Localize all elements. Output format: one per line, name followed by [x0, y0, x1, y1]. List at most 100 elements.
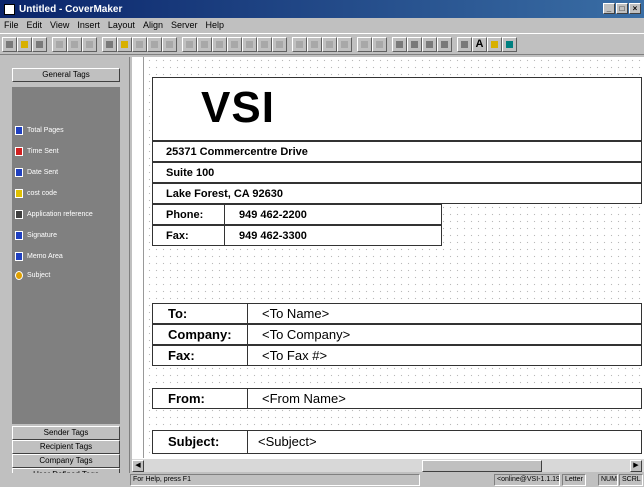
open-file-button[interactable] [17, 37, 32, 52]
tags-panel: General Tags Total Pages Time Sent Date … [0, 57, 130, 485]
address-line-1-text: 25371 Commercentre Drive [166, 146, 308, 158]
status-scrl: SCRL [619, 474, 643, 486]
address-line-2[interactable]: Suite 100 [152, 162, 642, 183]
to-fax-label: Fax: [168, 348, 195, 363]
sender-tags-button[interactable]: Sender Tags [12, 426, 120, 440]
tag-tool-button[interactable] [502, 37, 517, 52]
tag-total-pages[interactable]: Total Pages [15, 123, 64, 137]
space-across-button[interactable] [307, 37, 322, 52]
phone-label-box[interactable]: Phone: [152, 204, 225, 225]
space-down-button[interactable] [322, 37, 337, 52]
subject-value: <Subject> [258, 434, 317, 449]
tag-subject[interactable]: Subject [15, 268, 50, 282]
company-label-box[interactable]: Company: [152, 324, 248, 345]
pages-icon [15, 125, 23, 135]
pointer-tool-button[interactable] [457, 37, 472, 52]
tag-date-sent[interactable]: Date Sent [15, 165, 58, 179]
menu-insert[interactable]: Insert [73, 20, 104, 30]
from-label: From: [168, 391, 205, 406]
address-line-2-text: Suite 100 [166, 167, 215, 179]
address-line-3-text: Lake Forest, CA 92630 [166, 188, 283, 200]
tag-label: Total Pages [27, 126, 64, 134]
horizontal-scrollbar[interactable]: ◀ ▶ [132, 458, 644, 472]
image-tool-button[interactable] [487, 37, 502, 52]
tag-cost-code[interactable]: cost code [15, 186, 57, 200]
tag-application-reference[interactable]: Application reference [15, 207, 93, 221]
align-center-button[interactable] [197, 37, 212, 52]
paste-button[interactable] [82, 37, 97, 52]
subject-label: Subject: [168, 434, 220, 449]
menu-layout[interactable]: Layout [104, 20, 139, 30]
menu-edit[interactable]: Edit [23, 20, 47, 30]
recipient-tags-button[interactable]: Recipient Tags [12, 440, 120, 454]
menu-view[interactable]: View [46, 20, 73, 30]
print-button[interactable] [102, 37, 117, 52]
align-middle-button[interactable] [242, 37, 257, 52]
fax-value-box[interactable]: 949 462-3300 [224, 225, 442, 246]
send-back-button[interactable] [357, 37, 372, 52]
zoom-75-button[interactable] [407, 37, 422, 52]
from-label-box[interactable]: From: [152, 388, 248, 409]
subject-icon [15, 270, 23, 280]
to-value: <To Name> [262, 306, 330, 321]
to-label-box[interactable]: To: [152, 303, 248, 324]
tag-label: Application reference [27, 210, 93, 218]
phone-value-box[interactable]: 949 462-2200 [224, 204, 442, 225]
zoom-100-button[interactable] [422, 37, 437, 52]
logo-box[interactable]: VSI [152, 77, 642, 141]
copy-button[interactable] [67, 37, 82, 52]
company-value-box[interactable]: <To Company> [247, 324, 642, 345]
scroll-right-button[interactable]: ▶ [630, 460, 642, 472]
scroll-thumb[interactable] [422, 460, 542, 472]
window-title: Untitled - CoverMaker [19, 3, 123, 15]
menu-server[interactable]: Server [167, 20, 202, 30]
tag-signature[interactable]: Signature [15, 228, 57, 242]
close-button[interactable]: × [629, 3, 641, 14]
align-bottom-button[interactable] [257, 37, 272, 52]
cut-button[interactable] [52, 37, 67, 52]
tag-memo-area[interactable]: Memo Area [15, 249, 63, 263]
tag-time-sent[interactable]: Time Sent [15, 144, 59, 158]
align-top-button[interactable] [227, 37, 242, 52]
minimize-button[interactable]: _ [603, 3, 615, 14]
tag-list: Total Pages Time Sent Date Sent cost cod… [12, 87, 120, 424]
status-help: For Help, press F1 [130, 474, 420, 486]
address-line-3[interactable]: Lake Forest, CA 92630 [152, 183, 642, 204]
same-width-button[interactable] [272, 37, 287, 52]
menu-help[interactable]: Help [201, 20, 228, 30]
help-button[interactable] [117, 37, 132, 52]
bring-front-button[interactable] [337, 37, 352, 52]
from-value-box[interactable]: <From Name> [247, 388, 642, 409]
align-left-button[interactable] [182, 37, 197, 52]
address-line-1[interactable]: 25371 Commercentre Drive [152, 141, 642, 162]
to-fax-label-box[interactable]: Fax: [152, 345, 248, 366]
save-button[interactable] [32, 37, 47, 52]
toolbar: A [0, 33, 644, 55]
zoom-200-button[interactable] [437, 37, 452, 52]
zoom-50-button[interactable] [392, 37, 407, 52]
fax-label: Fax: [166, 230, 189, 242]
clock-icon [15, 146, 23, 156]
new-file-button[interactable] [2, 37, 17, 52]
align-right-button[interactable] [212, 37, 227, 52]
maximize-button[interactable]: □ [616, 3, 628, 14]
scroll-left-button[interactable]: ◀ [132, 460, 144, 472]
fax-label-box[interactable]: Fax: [152, 225, 225, 246]
redo-button[interactable] [162, 37, 177, 52]
undo-button[interactable] [147, 37, 162, 52]
company-logo: VSI [201, 83, 275, 132]
to-value-box[interactable]: <To Name> [247, 303, 642, 324]
general-tags-button[interactable]: General Tags [12, 68, 120, 82]
calendar-icon [15, 167, 23, 177]
text-tool-button[interactable]: A [472, 37, 487, 52]
menu-align[interactable]: Align [139, 20, 167, 30]
company-tags-button[interactable]: Company Tags [12, 454, 120, 468]
subject-label-box[interactable]: Subject: [152, 430, 248, 454]
to-fax-value-box[interactable]: <To Fax #> [247, 345, 642, 366]
delete-button[interactable] [132, 37, 147, 52]
same-height-button[interactable] [292, 37, 307, 52]
subject-value-box[interactable]: <Subject> [247, 430, 642, 454]
menu-file[interactable]: File [0, 20, 23, 30]
vertical-ruler [132, 57, 144, 458]
group-button[interactable] [372, 37, 387, 52]
